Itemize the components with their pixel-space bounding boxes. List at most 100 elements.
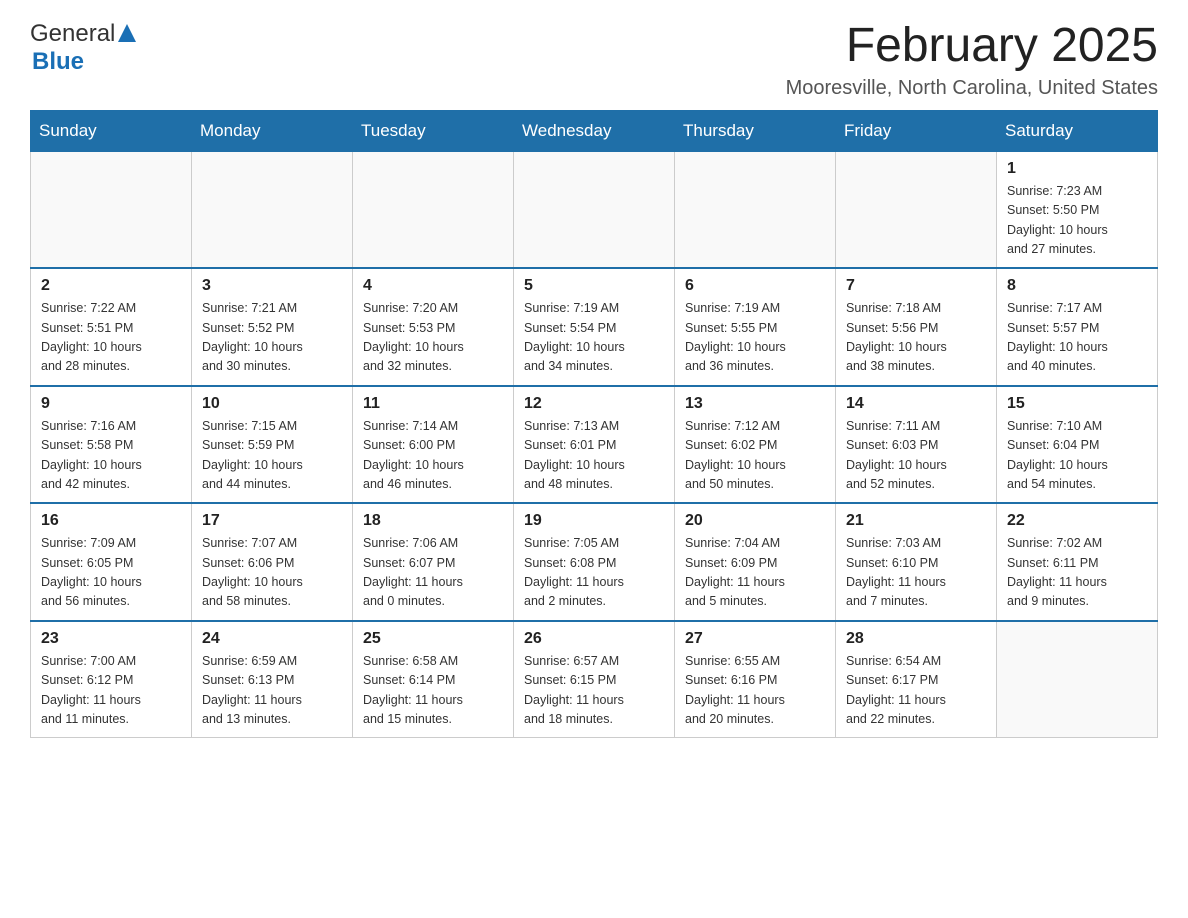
day-number: 13 [685, 395, 825, 413]
calendar-cell: 18 Sunrise: 7:06 AMSunset: 6:07 PMDayligh… [353, 503, 514, 621]
day-info: Sunrise: 7:04 AMSunset: 6:09 PMDaylight:… [685, 534, 825, 612]
calendar-cell: 25Sunrise: 6:58 AMSunset: 6:14 PMDayligh… [353, 621, 514, 738]
calendar-cell: 11 Sunrise: 7:14 AMSunset: 6:00 PMDayligh… [353, 386, 514, 504]
calendar-cell [514, 151, 675, 268]
calendar-week-row: 23 Sunrise: 7:00 AMSunset: 6:12 PMDayligh… [31, 621, 1158, 738]
calendar-cell: 24Sunrise: 6:59 AMSunset: 6:13 PMDayligh… [192, 621, 353, 738]
day-info: Sunrise: 6:54 AMSunset: 6:17 PMDaylight:… [846, 652, 986, 730]
calendar-header-row: Sunday Monday Tuesday Wednesday Thursday… [31, 110, 1158, 151]
day-number: 7 [846, 277, 986, 295]
logo-blue-text: Blue [32, 48, 84, 76]
day-info: Sunrise: 7:11 AMSunset: 6:03 PMDaylight:… [846, 417, 986, 495]
day-number: 19 [524, 512, 664, 530]
calendar-cell [353, 151, 514, 268]
header: General Blue February 2025 Mooresville, … [30, 20, 1158, 100]
calendar-cell: 15 Sunrise: 7:10 AMSunset: 6:04 PMDayligh… [997, 386, 1158, 504]
day-number: 20 [685, 512, 825, 530]
day-info: Sunrise: 6:57 AMSunset: 6:15 PMDaylight:… [524, 652, 664, 730]
calendar-week-row: 1 Sunrise: 7:23 AMSunset: 5:50 PMDaylight… [31, 151, 1158, 268]
day-info: Sunrise: 7:10 AMSunset: 6:04 PMDaylight:… [1007, 417, 1147, 495]
calendar-cell: 19Sunrise: 7:05 AMSunset: 6:08 PMDayligh… [514, 503, 675, 621]
day-info: Sunrise: 7:21 AMSunset: 5:52 PMDaylight:… [202, 299, 342, 377]
day-info: Sunrise: 7:13 AMSunset: 6:01 PMDaylight:… [524, 417, 664, 495]
calendar-cell: 16 Sunrise: 7:09 AMSunset: 6:05 PMDayligh… [31, 503, 192, 621]
header-sunday: Sunday [31, 110, 192, 151]
day-number: 10 [202, 395, 342, 413]
day-number: 12 [524, 395, 664, 413]
calendar-week-row: 16 Sunrise: 7:09 AMSunset: 6:05 PMDayligh… [31, 503, 1158, 621]
day-info: Sunrise: 7:12 AMSunset: 6:02 PMDaylight:… [685, 417, 825, 495]
day-info: Sunrise: 7:19 AMSunset: 5:54 PMDaylight:… [524, 299, 664, 377]
day-number: 11 [363, 395, 503, 413]
title-area: February 2025 Mooresville, North Carolin… [786, 20, 1158, 100]
calendar-cell: 10 Sunrise: 7:15 AMSunset: 5:59 PMDayligh… [192, 386, 353, 504]
day-number: 5 [524, 277, 664, 295]
calendar-cell: 22Sunrise: 7:02 AMSunset: 6:11 PMDayligh… [997, 503, 1158, 621]
calendar-table: Sunday Monday Tuesday Wednesday Thursday… [30, 110, 1158, 739]
calendar-cell: 2 Sunrise: 7:22 AMSunset: 5:51 PMDaylight… [31, 268, 192, 386]
calendar-cell: 13 Sunrise: 7:12 AMSunset: 6:02 PMDayligh… [675, 386, 836, 504]
calendar-cell: 7 Sunrise: 7:18 AMSunset: 5:56 PMDaylight… [836, 268, 997, 386]
calendar-cell [836, 151, 997, 268]
logo-general-text: General [30, 20, 115, 48]
calendar-week-row: 2 Sunrise: 7:22 AMSunset: 5:51 PMDaylight… [31, 268, 1158, 386]
day-number: 8 [1007, 277, 1147, 295]
day-info: Sunrise: 7:14 AMSunset: 6:00 PMDaylight:… [363, 417, 503, 495]
day-info: Sunrise: 7:07 AMSunset: 6:06 PMDaylight:… [202, 534, 342, 612]
day-number: 26 [524, 630, 664, 648]
day-info: Sunrise: 7:16 AMSunset: 5:58 PMDaylight:… [41, 417, 181, 495]
calendar-cell: 20 Sunrise: 7:04 AMSunset: 6:09 PMDayligh… [675, 503, 836, 621]
day-number: 17 [202, 512, 342, 530]
day-number: 28 [846, 630, 986, 648]
day-info: Sunrise: 7:03 AMSunset: 6:10 PMDaylight:… [846, 534, 986, 612]
calendar-cell: 14 Sunrise: 7:11 AMSunset: 6:03 PMDayligh… [836, 386, 997, 504]
calendar-cell [31, 151, 192, 268]
calendar-cell: 21 Sunrise: 7:03 AMSunset: 6:10 PMDayligh… [836, 503, 997, 621]
logo-triangle-icon [118, 24, 136, 42]
logo: General Blue [30, 20, 136, 76]
day-number: 6 [685, 277, 825, 295]
day-number: 2 [41, 277, 181, 295]
day-number: 14 [846, 395, 986, 413]
calendar-cell: 17 Sunrise: 7:07 AMSunset: 6:06 PMDayligh… [192, 503, 353, 621]
day-info: Sunrise: 6:59 AMSunset: 6:13 PMDaylight:… [202, 652, 342, 730]
calendar-cell [192, 151, 353, 268]
day-number: 21 [846, 512, 986, 530]
day-number: 15 [1007, 395, 1147, 413]
header-monday: Monday [192, 110, 353, 151]
calendar-title: February 2025 [786, 20, 1158, 73]
day-number: 18 [363, 512, 503, 530]
calendar-cell [675, 151, 836, 268]
day-info: Sunrise: 7:17 AMSunset: 5:57 PMDaylight:… [1007, 299, 1147, 377]
calendar-cell: 12 Sunrise: 7:13 AMSunset: 6:01 PMDayligh… [514, 386, 675, 504]
day-number: 23 [41, 630, 181, 648]
calendar-cell: 26 Sunrise: 6:57 AMSunset: 6:15 PMDayligh… [514, 621, 675, 738]
calendar-cell: 5 Sunrise: 7:19 AMSunset: 5:54 PMDaylight… [514, 268, 675, 386]
calendar-cell: 1 Sunrise: 7:23 AMSunset: 5:50 PMDaylight… [997, 151, 1158, 268]
day-info: Sunrise: 7:00 AMSunset: 6:12 PMDaylight:… [41, 652, 181, 730]
day-info: Sunrise: 7:20 AMSunset: 5:53 PMDaylight:… [363, 299, 503, 377]
day-number: 16 [41, 512, 181, 530]
day-number: 9 [41, 395, 181, 413]
day-info: Sunrise: 7:23 AMSunset: 5:50 PMDaylight:… [1007, 182, 1147, 260]
day-info: Sunrise: 7:06 AMSunset: 6:07 PMDaylight:… [363, 534, 503, 612]
calendar-cell [997, 621, 1158, 738]
day-info: Sunrise: 7:22 AMSunset: 5:51 PMDaylight:… [41, 299, 181, 377]
calendar-cell: 27Sunrise: 6:55 AMSunset: 6:16 PMDayligh… [675, 621, 836, 738]
day-info: Sunrise: 7:15 AMSunset: 5:59 PMDaylight:… [202, 417, 342, 495]
calendar-cell: 23 Sunrise: 7:00 AMSunset: 6:12 PMDayligh… [31, 621, 192, 738]
calendar-subtitle: Mooresville, North Carolina, United Stat… [786, 77, 1158, 100]
day-number: 22 [1007, 512, 1147, 530]
header-friday: Friday [836, 110, 997, 151]
day-number: 4 [363, 277, 503, 295]
header-tuesday: Tuesday [353, 110, 514, 151]
calendar-cell: 28 Sunrise: 6:54 AMSunset: 6:17 PMDayligh… [836, 621, 997, 738]
calendar-cell: 8 Sunrise: 7:17 AMSunset: 5:57 PMDaylight… [997, 268, 1158, 386]
day-number: 1 [1007, 160, 1147, 178]
calendar-cell: 6Sunrise: 7:19 AMSunset: 5:55 PMDaylight… [675, 268, 836, 386]
calendar-cell: 9 Sunrise: 7:16 AMSunset: 5:58 PMDaylight… [31, 386, 192, 504]
day-info: Sunrise: 7:18 AMSunset: 5:56 PMDaylight:… [846, 299, 986, 377]
day-info: Sunrise: 6:55 AMSunset: 6:16 PMDaylight:… [685, 652, 825, 730]
header-thursday: Thursday [675, 110, 836, 151]
day-info: Sunrise: 7:09 AMSunset: 6:05 PMDaylight:… [41, 534, 181, 612]
